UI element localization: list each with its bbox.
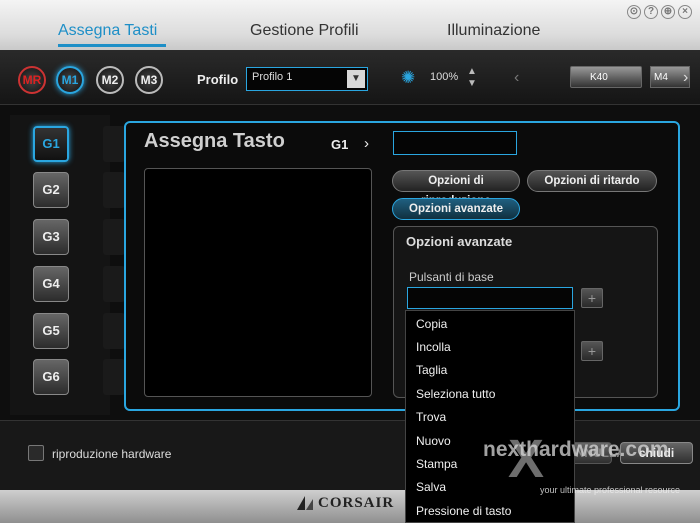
mode-button-m3[interactable]: M3 — [135, 66, 163, 94]
advanced-options-title: Opzioni avanzate — [406, 234, 513, 249]
dropdown-item-copia[interactable]: Copia — [416, 317, 447, 331]
assigned-key-label: G1 — [331, 137, 349, 152]
chevron-down-icon[interactable]: ▼ — [347, 70, 365, 88]
gkey-g5[interactable]: G5 — [33, 313, 69, 349]
mode-button-mr[interactable]: MR — [18, 66, 46, 94]
hardware-playback-checkbox[interactable] — [28, 445, 44, 461]
chevron-right-icon: › — [364, 135, 369, 152]
delay-options-button[interactable]: Opzioni di ritardo — [527, 170, 657, 192]
mouse-m4-label: M4 — [654, 72, 668, 83]
hardware-playback-label: riproduzione hardware — [52, 447, 172, 461]
profile-label: Profilo — [197, 72, 239, 87]
brightness-icon: ✺ — [401, 68, 416, 87]
dropdown-item-trova[interactable]: Trova — [416, 410, 446, 424]
gkey-shadow — [103, 359, 125, 395]
active-tab-indicator — [58, 44, 166, 47]
dropdown-item-seleziona-tutto[interactable]: Seleziona tutto — [416, 387, 495, 401]
chevron-right-icon[interactable]: › — [683, 69, 688, 87]
plus-icon[interactable]: + — [581, 288, 603, 308]
watermark-text: nexthardware.com — [483, 438, 669, 461]
advanced-options-button[interactable]: Opzioni avanzate — [392, 198, 520, 220]
tab-assegna-tasti[interactable]: Assegna Tasti — [58, 22, 157, 40]
brightness-value: 100% — [430, 71, 459, 83]
arrow-down-icon[interactable]: ▼ — [467, 78, 477, 90]
corsair-logo: CORSAIR — [318, 495, 395, 511]
tab-illuminazione[interactable]: Illuminazione — [447, 22, 540, 40]
base-buttons-label: Pulsanti di base — [409, 270, 494, 284]
gkey-g1[interactable]: G1 — [33, 126, 69, 162]
macro-list-box[interactable] — [144, 168, 372, 397]
plus-icon[interactable]: + — [581, 341, 603, 361]
lock-icon[interactable]: ⊙ — [627, 5, 641, 19]
dropdown-item-incolla[interactable]: Incolla — [416, 340, 451, 354]
gkey-shadow — [103, 172, 125, 208]
gkey-shadow — [103, 266, 125, 302]
watermark-tagline: your ultimate professional resource — [540, 485, 681, 495]
gkey-g2[interactable]: G2 — [33, 172, 69, 208]
help-icon[interactable]: ? — [644, 5, 658, 19]
window-controls: ⊙ ? ⊕ × — [627, 5, 692, 19]
gkey-shadow — [103, 313, 125, 349]
profile-select[interactable]: Profilo 1 ▼ — [246, 67, 368, 91]
playback-options-button[interactable]: Opzioni di riproduzione — [392, 170, 520, 207]
dropdown-item-pressione-di-tasto[interactable]: Pressione di tasto — [416, 504, 511, 518]
mode-button-m1[interactable]: M1 — [56, 66, 84, 94]
close-icon[interactable]: × — [678, 5, 692, 19]
base-buttons-select[interactable] — [407, 287, 573, 309]
brightness-stepper[interactable]: ▲ ▼ — [467, 66, 477, 90]
chevron-left-icon[interactable]: ‹ — [514, 69, 519, 87]
mode-button-m2[interactable]: M2 — [96, 66, 124, 94]
tab-gestione-profili[interactable]: Gestione Profili — [250, 22, 359, 40]
gkey-shadow — [103, 126, 125, 162]
gkey-g3[interactable]: G3 — [33, 219, 69, 255]
corsair-sail-icon — [297, 496, 313, 510]
assignment-input[interactable] — [393, 131, 517, 155]
dropdown-item-salva[interactable]: Salva — [416, 480, 446, 494]
gkey-g6[interactable]: G6 — [33, 359, 69, 395]
profile-value: Profilo 1 — [252, 71, 293, 83]
page-title: Assegna Tasto — [144, 130, 285, 152]
arrow-up-icon[interactable]: ▲ — [467, 66, 477, 78]
dropdown-item-taglia[interactable]: Taglia — [416, 363, 447, 377]
gkey-shadow — [103, 219, 125, 255]
gkey-g4[interactable]: G4 — [33, 266, 69, 302]
globe-icon[interactable]: ⊕ — [661, 5, 675, 19]
dropdown-item-stampa[interactable]: Stampa — [416, 457, 457, 471]
keyboard-k40-label: K40 — [590, 72, 608, 83]
dropdown-item-nuovo[interactable]: Nuovo — [416, 434, 451, 448]
